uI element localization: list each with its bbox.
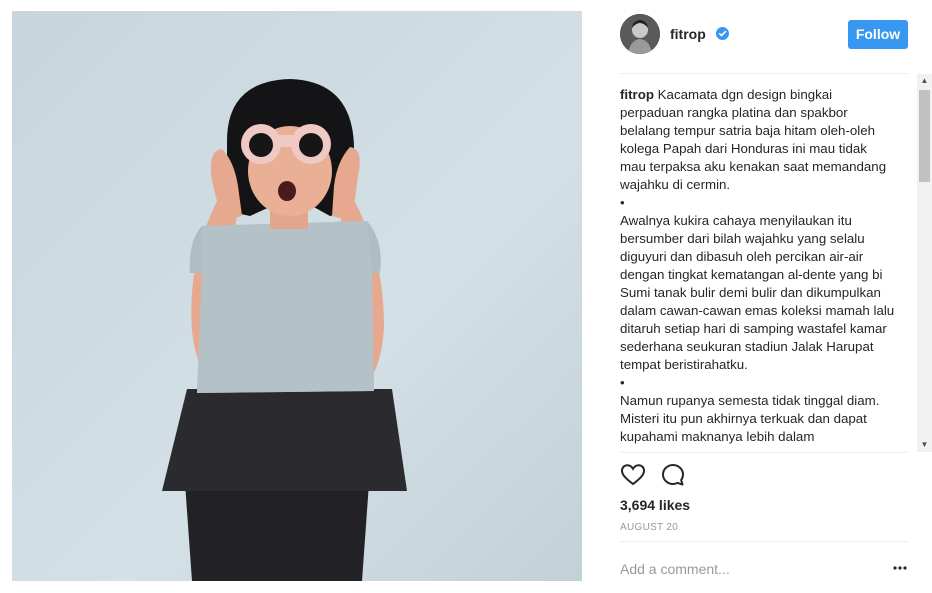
verified-badge-icon <box>716 27 729 40</box>
follow-button[interactable]: Follow <box>848 20 908 49</box>
scroll-down-arrow-icon[interactable]: ▼ <box>917 438 932 452</box>
scroll-up-arrow-icon[interactable]: ▲ <box>917 74 932 88</box>
more-options-icon[interactable] <box>892 562 908 574</box>
heart-icon[interactable] <box>620 462 646 488</box>
username[interactable]: fitrop <box>670 26 706 42</box>
avatar[interactable] <box>620 14 660 54</box>
divider <box>620 452 908 453</box>
post-header: fitrop Follow <box>620 14 908 58</box>
caption-scrollbar[interactable]: ▲ ▼ <box>917 74 932 452</box>
comment-bubble-icon[interactable] <box>660 462 686 488</box>
post-date[interactable]: AUGUST 20 <box>620 522 678 533</box>
divider <box>620 541 908 542</box>
comment-input[interactable] <box>620 558 870 580</box>
caption-scroll-area[interactable]: fitrop Kacamata dgn design bingkai perpa… <box>620 86 896 452</box>
divider <box>620 73 908 74</box>
caption-text: Kacamata dgn design bingkai perpaduan ra… <box>620 87 895 444</box>
photo-image <box>12 11 582 581</box>
scrollbar-thumb[interactable] <box>919 90 930 182</box>
caption: fitrop Kacamata dgn design bingkai perpa… <box>620 86 896 446</box>
post-photo[interactable] <box>12 11 582 581</box>
caption-username[interactable]: fitrop <box>620 87 654 102</box>
like-count[interactable]: 3,694 likes <box>620 497 690 513</box>
avatar-image <box>620 14 660 54</box>
